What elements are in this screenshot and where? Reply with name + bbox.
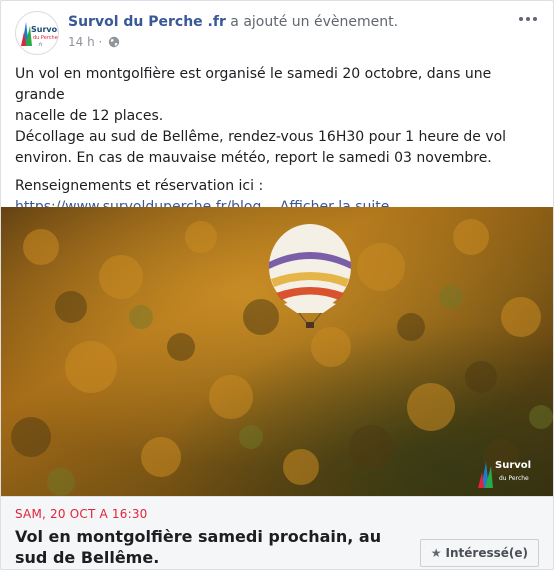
post-author-line: Survol du Perche .fr a ajouté un évèneme…: [68, 14, 398, 30]
globe-icon[interactable]: [108, 36, 120, 48]
watermark-logo: Survol du Perche: [473, 448, 543, 492]
watermark-subtext: du Perche: [499, 475, 529, 482]
post-timestamp[interactable]: 14 h ·: [68, 35, 106, 49]
watermark-text: Survol: [495, 460, 532, 471]
post-text-line: nacelle de 12 places.: [15, 108, 164, 124]
event-cover-photo[interactable]: Survol du Perche: [1, 207, 553, 496]
post-body: Un vol en montgolfière est organisé le s…: [15, 64, 543, 218]
page-avatar[interactable]: Survol du Perche .fr: [15, 11, 59, 55]
post-text-line: Un vol en montgolfière est organisé le s…: [15, 66, 492, 103]
post-text-line: environ. En cas de mauvaise météo, repor…: [15, 150, 492, 166]
interested-label: Intéressé(e): [445, 546, 528, 560]
event-date: SAM, 20 OCT A 16:30: [15, 507, 148, 521]
post-text-line: Renseignements et réservation ici :: [15, 178, 264, 194]
page-name-link[interactable]: Survol du Perche .fr: [68, 14, 226, 30]
post-text-line: Décollage au sud de Bellême, rendez-vous…: [15, 129, 507, 145]
post-action-text: a ajouté un évènement.: [225, 14, 399, 30]
more-options-icon[interactable]: [517, 11, 541, 29]
avatar-logo-text: Survol: [31, 25, 59, 34]
post-meta: 14 h ·: [68, 35, 120, 49]
interested-button[interactable]: ★ Intéressé(e): [419, 539, 539, 567]
post-card: Survol du Perche .fr Survol du Perche .f…: [0, 0, 554, 570]
balloon-over-forest-image: [1, 207, 553, 496]
avatar-logo-subtext: du Perche: [33, 35, 58, 41]
post-header: Survol du Perche .fr Survol du Perche .f…: [13, 11, 541, 55]
avatar-logo-domain: .fr: [38, 42, 43, 47]
star-icon: ★: [430, 546, 442, 560]
event-info[interactable]: SAM, 20 OCT A 16:30 Vol en montgolfière …: [1, 496, 553, 569]
event-title[interactable]: Vol en montgolfière samedi prochain, au …: [15, 526, 405, 568]
